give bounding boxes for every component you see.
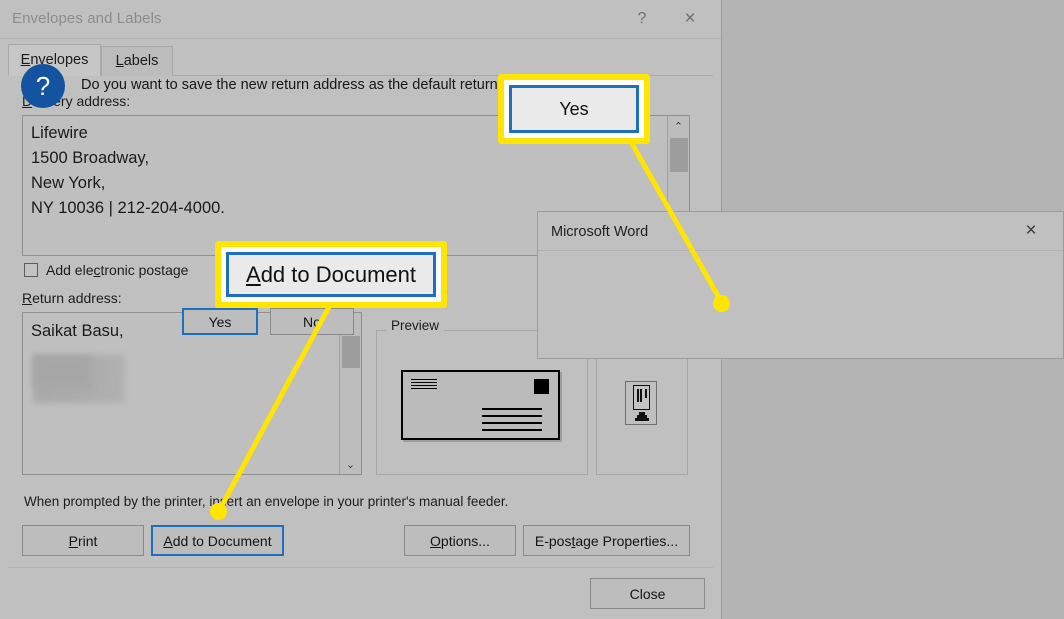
print-button[interactable]: Print	[22, 525, 144, 556]
return-address-value: Saikat Basu,	[31, 322, 124, 340]
word-dialog-title: Microsoft Word	[551, 224, 649, 240]
question-mark-icon: ?	[21, 64, 65, 108]
feed-direction-icon	[625, 381, 657, 425]
delivery-address-value: Lifewire 1500 Broadway, New York, NY 100…	[31, 124, 225, 217]
help-icon[interactable]: ?	[619, 0, 665, 38]
dialog-titlebar: Envelopes and Labels ? ×	[0, 0, 721, 39]
add-to-document-button-label: Add to Document	[163, 532, 272, 549]
add-to-document-button[interactable]: Add to Document	[151, 525, 284, 556]
feed-envelope-icon	[633, 385, 650, 410]
print-button-label: Print	[68, 532, 98, 549]
dialog-title: Envelopes and Labels	[12, 10, 162, 27]
return-address-label: Return address:	[22, 290, 122, 306]
word-no-button[interactable]: No	[270, 308, 354, 335]
microsoft-word-dialog: Microsoft Word ×	[537, 211, 1064, 359]
preview-legend: Preview	[386, 318, 445, 333]
return-address-input[interactable]: Saikat Basu, ⌃ ⌄	[22, 312, 362, 475]
tab-labels-label: Labels	[115, 53, 159, 69]
envelope-preview-icon	[401, 370, 560, 440]
screenshot-root: Envelopes and Labels ? × Envelopes Label…	[0, 0, 1064, 619]
add-electronic-postage-label: Add electronic postage	[46, 262, 189, 278]
add-electronic-postage-row[interactable]: Add electronic postage	[24, 261, 188, 279]
printer-hint-text: When prompted by the printer, insert an …	[24, 494, 509, 509]
word-yes-button[interactable]: Yes	[182, 308, 258, 335]
scroll-down-icon[interactable]: ⌄	[340, 454, 361, 474]
word-dialog-titlebar: Microsoft Word ×	[538, 212, 1063, 251]
scrollbar-thumb[interactable]	[342, 336, 360, 368]
return-address-scrollbar[interactable]: ⌃ ⌄	[339, 313, 361, 474]
redacted-address-block-2	[33, 355, 91, 388]
options-button[interactable]: Options...	[404, 525, 516, 556]
close-icon[interactable]: ×	[667, 0, 713, 38]
tab-labels[interactable]: Labels	[101, 46, 173, 76]
stamp-square-icon	[534, 379, 549, 394]
tab-envelopes-label: Envelopes	[20, 52, 89, 68]
word-dialog-message: Do you want to save the new return addre…	[81, 77, 562, 93]
scroll-up-icon[interactable]: ⌃	[668, 116, 689, 136]
epostage-properties-button[interactable]: E-postage Properties...	[523, 525, 690, 556]
footer-divider	[8, 567, 713, 568]
close-icon[interactable]: ×	[1009, 212, 1053, 250]
add-electronic-postage-checkbox[interactable]	[24, 263, 38, 277]
tab-strip: Envelopes Labels	[0, 39, 721, 76]
epostage-properties-button-label: E-postage Properties...	[534, 532, 679, 549]
options-button-label: Options...	[430, 532, 490, 549]
close-button[interactable]: Close	[590, 578, 705, 609]
scrollbar-thumb[interactable]	[670, 138, 688, 172]
feeder-stack-icon	[635, 412, 649, 421]
